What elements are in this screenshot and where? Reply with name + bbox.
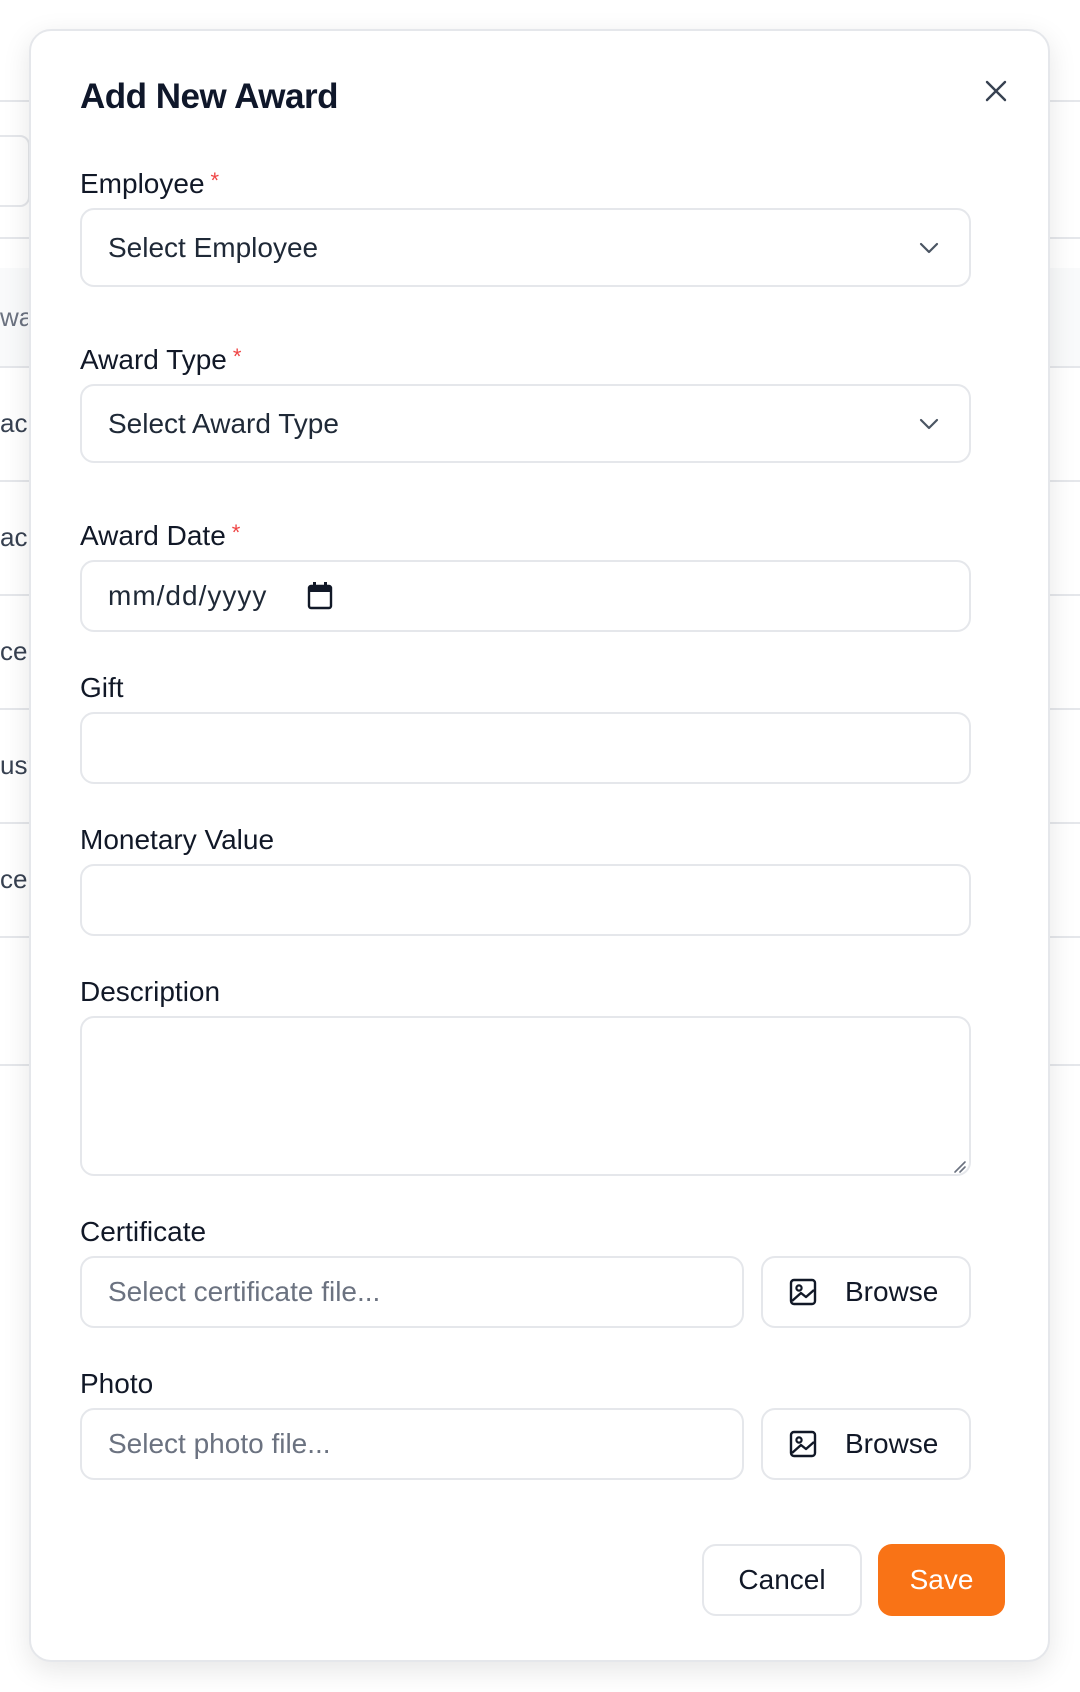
background-text-fragment: wa xyxy=(0,302,28,332)
chevron-down-icon xyxy=(919,242,939,254)
monetary-value-input[interactable] xyxy=(80,864,971,936)
employee-label-text: Employee xyxy=(80,168,205,199)
required-marker: * xyxy=(231,520,241,545)
background-search-box xyxy=(0,135,30,207)
award-type-select[interactable]: Select Award Type xyxy=(80,384,971,463)
close-button[interactable] xyxy=(976,71,1016,111)
calendar-icon[interactable] xyxy=(307,582,333,610)
image-icon xyxy=(789,1430,817,1458)
description-textarea[interactable] xyxy=(80,1016,971,1176)
resize-grip-icon[interactable] xyxy=(951,1158,967,1174)
award-type-label-text: Award Type xyxy=(80,344,227,375)
employee-select-value: Select Employee xyxy=(108,231,319,263)
award-date-label: Award Date * xyxy=(80,520,240,552)
description-label: Description xyxy=(80,976,221,1007)
employee-label: Employee * xyxy=(80,168,219,200)
image-icon xyxy=(789,1278,817,1306)
close-icon xyxy=(985,80,1007,102)
award-date-input[interactable]: mm/dd/yyyy xyxy=(80,560,971,632)
chevron-down-icon xyxy=(919,418,939,430)
employee-select[interactable]: Select Employee xyxy=(80,208,971,287)
browse-label: Browse xyxy=(845,1276,939,1307)
gift-input[interactable] xyxy=(80,712,971,784)
photo-file-input[interactable]: Select photo file... xyxy=(80,1408,744,1480)
background-text-fragment: ce xyxy=(0,864,28,894)
gift-label: Gift xyxy=(80,672,124,703)
add-award-modal: Add New Award Employee * Select Employee … xyxy=(29,29,1050,1662)
award-type-label: Award Type * xyxy=(80,344,241,376)
browse-label: Browse xyxy=(845,1428,939,1459)
cancel-button[interactable]: Cancel xyxy=(702,1544,862,1616)
background-text-fragment: ac xyxy=(0,408,28,438)
required-marker: * xyxy=(210,168,220,193)
award-date-placeholder: mm/dd/yyyy xyxy=(108,580,268,611)
background-text-fragment: ac xyxy=(0,522,28,552)
background-text-fragment: ust xyxy=(0,750,28,780)
award-date-label-text: Award Date xyxy=(80,520,226,551)
certificate-browse-button[interactable]: Browse xyxy=(761,1256,971,1328)
certificate-label: Certificate xyxy=(80,1216,207,1247)
modal-title: Add New Award xyxy=(80,77,338,116)
award-type-select-value: Select Award Type xyxy=(108,407,339,439)
photo-browse-button[interactable]: Browse xyxy=(761,1408,971,1480)
photo-placeholder: Select photo file... xyxy=(108,1428,331,1459)
required-marker: * xyxy=(232,344,242,369)
photo-label: Photo xyxy=(80,1368,154,1399)
monetary-value-label: Monetary Value xyxy=(80,824,275,855)
background-text-fragment: ce xyxy=(0,636,28,666)
save-button[interactable]: Save xyxy=(878,1544,1005,1616)
certificate-placeholder: Select certificate file... xyxy=(108,1276,381,1307)
certificate-file-input[interactable]: Select certificate file... xyxy=(80,1256,744,1328)
